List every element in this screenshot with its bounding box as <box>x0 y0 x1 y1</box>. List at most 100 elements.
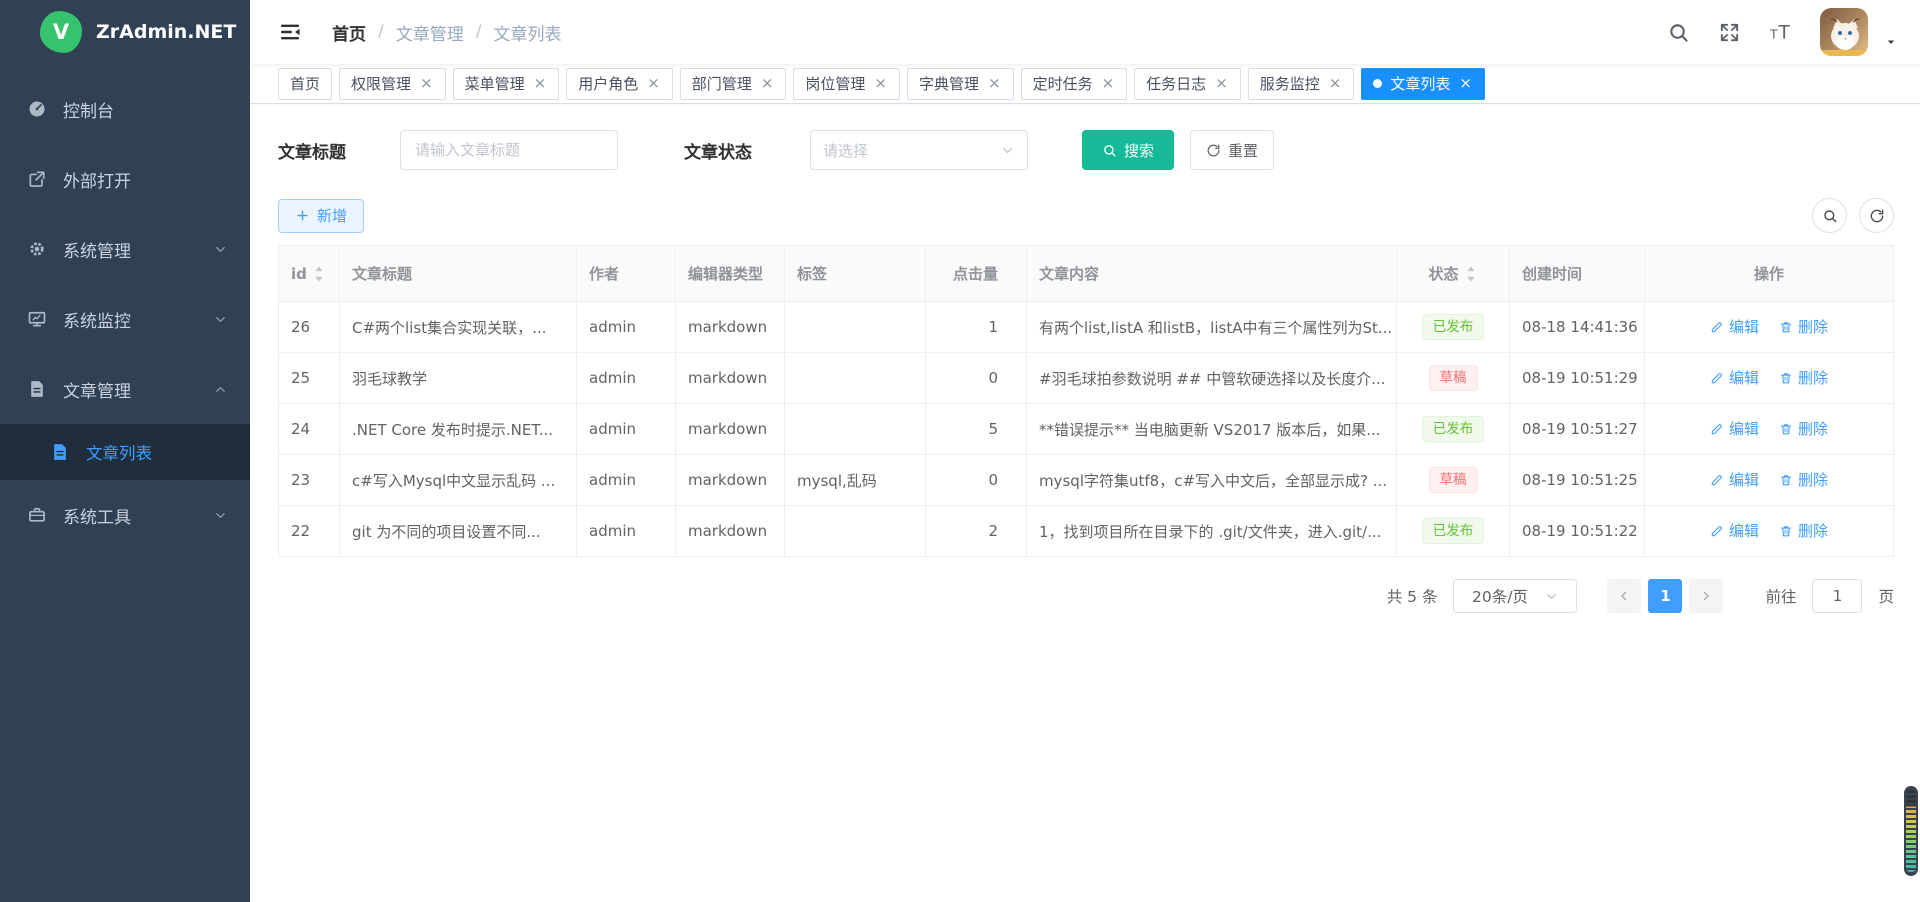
delete-button-label: 删除 <box>1798 520 1828 541</box>
edit-button[interactable]: 编辑 <box>1710 418 1759 439</box>
breadcrumb-article-admin[interactable]: 文章管理 <box>396 20 464 45</box>
status-badge: 已发布 <box>1422 314 1485 340</box>
topbar: 首页 / 文章管理 / 文章列表 TT <box>250 0 1920 64</box>
cell-ops: 编辑删除 <box>1645 404 1894 455</box>
logo-letter: V <box>53 20 69 44</box>
sidebar-item-system-monitor[interactable]: 系统监控 <box>0 284 250 354</box>
edit-button[interactable]: 编辑 <box>1710 367 1759 388</box>
close-icon[interactable]: × <box>1328 76 1343 91</box>
cell-content: **错误提示** 当电脑更新 VS2017 版本后，如果... <box>1027 404 1397 455</box>
tab-label: 定时任务 <box>1033 73 1093 94</box>
sort-icon[interactable] <box>312 264 326 284</box>
tab-perm-admin[interactable]: 权限管理 × <box>339 68 446 100</box>
refresh-icon <box>1869 208 1885 224</box>
chevron-down-icon <box>213 242 228 257</box>
sidebar-item-article-admin[interactable]: 文章管理 <box>0 354 250 424</box>
tab-menu-admin[interactable]: 菜单管理× <box>453 68 560 100</box>
column-header-label: 编辑器类型 <box>688 265 763 283</box>
toggle-search-button[interactable] <box>1812 198 1847 233</box>
sort-icon[interactable] <box>1464 264 1478 284</box>
sidebar-item-label: 文章管理 <box>63 377 131 402</box>
avatar[interactable] <box>1820 8 1868 56</box>
sidebar-item-label: 控制台 <box>63 97 114 122</box>
breadcrumb-home[interactable]: 首页 <box>332 20 366 45</box>
cell-author: admin <box>577 404 676 455</box>
tab-label: 权限管理 <box>351 73 411 94</box>
column-header-hits: 点击量 <box>926 246 1027 302</box>
reset-button[interactable]: 重置 <box>1190 130 1274 170</box>
breadcrumb-separator: / <box>476 22 482 42</box>
edit-button-label: 编辑 <box>1729 418 1759 439</box>
scrollbar-widget[interactable] <box>1904 786 1918 876</box>
article-title-input[interactable] <box>400 130 618 170</box>
tab-user-role[interactable]: 用户角色× <box>566 68 673 100</box>
app-logo[interactable]: V ZrAdmin.NET <box>0 0 250 64</box>
delete-button[interactable]: 删除 <box>1779 418 1828 439</box>
svg-text:T: T <box>1769 26 1778 41</box>
search-button[interactable]: 搜索 <box>1082 130 1174 170</box>
edit-button[interactable]: 编辑 <box>1710 469 1759 490</box>
font-size-icon[interactable]: TT <box>1769 21 1792 44</box>
edit-button[interactable]: 编辑 <box>1710 520 1759 541</box>
tab-cron-task[interactable]: 定时任务 × <box>1021 68 1128 100</box>
page-number-1[interactable]: 1 <box>1648 579 1682 613</box>
close-icon[interactable]: × <box>419 76 434 91</box>
tab-article-list[interactable]: 文章列表× <box>1361 68 1485 100</box>
cell-content: 1，找到项目所在目录下的 .git/文件夹，进入.git/... <box>1027 506 1397 557</box>
cell-hits: 0 <box>926 353 1027 404</box>
sidebar-item-system-admin[interactable]: 系统管理 <box>0 214 250 284</box>
cell-editor: markdown <box>676 404 785 455</box>
search-icon[interactable] <box>1667 21 1690 44</box>
tab-dict-admin[interactable]: 字典管理× <box>907 68 1014 100</box>
delete-button[interactable]: 删除 <box>1779 520 1828 541</box>
prev-page-button[interactable] <box>1607 579 1641 613</box>
close-icon[interactable]: × <box>533 76 548 91</box>
page-size-value: 20条/页 <box>1472 585 1528 607</box>
tab-home[interactable]: 首页 <box>278 68 332 100</box>
tab-service-monitor[interactable]: 服务监控× <box>1248 68 1355 100</box>
column-header-content: 文章内容 <box>1027 246 1397 302</box>
refresh-table-button[interactable] <box>1859 198 1894 233</box>
delete-button[interactable]: 删除 <box>1779 469 1828 490</box>
sidebar-menu: 控制台外部打开系统管理系统监控文章管理文章列表系统工具 <box>0 74 250 550</box>
article-title-label: 文章标题 <box>278 138 400 163</box>
external-link-icon <box>27 169 47 189</box>
cell-created: 08-18 14:41:36 <box>1510 302 1645 353</box>
tab-dept-admin[interactable]: 部门管理× <box>680 68 787 100</box>
edit-button-label: 编辑 <box>1729 469 1759 490</box>
caret-down-icon[interactable] <box>1884 35 1898 49</box>
cell-id: 22 <box>279 506 340 557</box>
table-row: 26C#两个list集合实现关联，...adminmarkdown1有两个lis… <box>279 302 1894 353</box>
goto-page-input[interactable] <box>1812 579 1862 613</box>
cell-created: 08-19 10:51:29 <box>1510 353 1645 404</box>
sidebar-item-external-open[interactable]: 外部打开 <box>0 144 250 214</box>
svg-text:T: T <box>1778 22 1791 43</box>
trash-icon <box>1779 371 1793 385</box>
close-icon[interactable]: × <box>760 76 775 91</box>
delete-button[interactable]: 删除 <box>1779 316 1828 337</box>
tab-task-log[interactable]: 任务日志× <box>1134 68 1241 100</box>
edit-button[interactable]: 编辑 <box>1710 316 1759 337</box>
sidebar-item-article-list[interactable]: 文章列表 <box>0 424 250 480</box>
next-page-button[interactable] <box>1689 579 1723 613</box>
column-header-id: id <box>279 246 340 302</box>
close-icon[interactable]: × <box>1101 76 1116 91</box>
sidebar-item-console[interactable]: 控制台 <box>0 74 250 144</box>
page-size-select[interactable]: 20条/页 <box>1453 579 1577 613</box>
add-button[interactable]: 新增 <box>278 199 364 233</box>
table-row: 23c#写入Mysql中文显示乱码 ...adminmarkdownmysql,… <box>279 455 1894 506</box>
close-icon[interactable]: × <box>987 76 1002 91</box>
close-icon[interactable]: × <box>873 76 888 91</box>
close-icon[interactable]: × <box>646 76 661 91</box>
status-badge: 草稿 <box>1429 467 1478 493</box>
close-icon[interactable]: × <box>1214 76 1229 91</box>
fullscreen-icon[interactable] <box>1718 21 1741 44</box>
sidebar-item-system-tools[interactable]: 系统工具 <box>0 480 250 550</box>
tab-post-admin[interactable]: 岗位管理× <box>793 68 900 100</box>
delete-button[interactable]: 删除 <box>1779 367 1828 388</box>
cell-ops: 编辑 删除 <box>1645 506 1894 557</box>
refresh-icon <box>1206 143 1221 158</box>
close-icon[interactable]: × <box>1458 76 1473 91</box>
sidebar-toggle-icon[interactable] <box>278 20 302 44</box>
article-status-select[interactable]: 请选择 <box>810 130 1028 170</box>
